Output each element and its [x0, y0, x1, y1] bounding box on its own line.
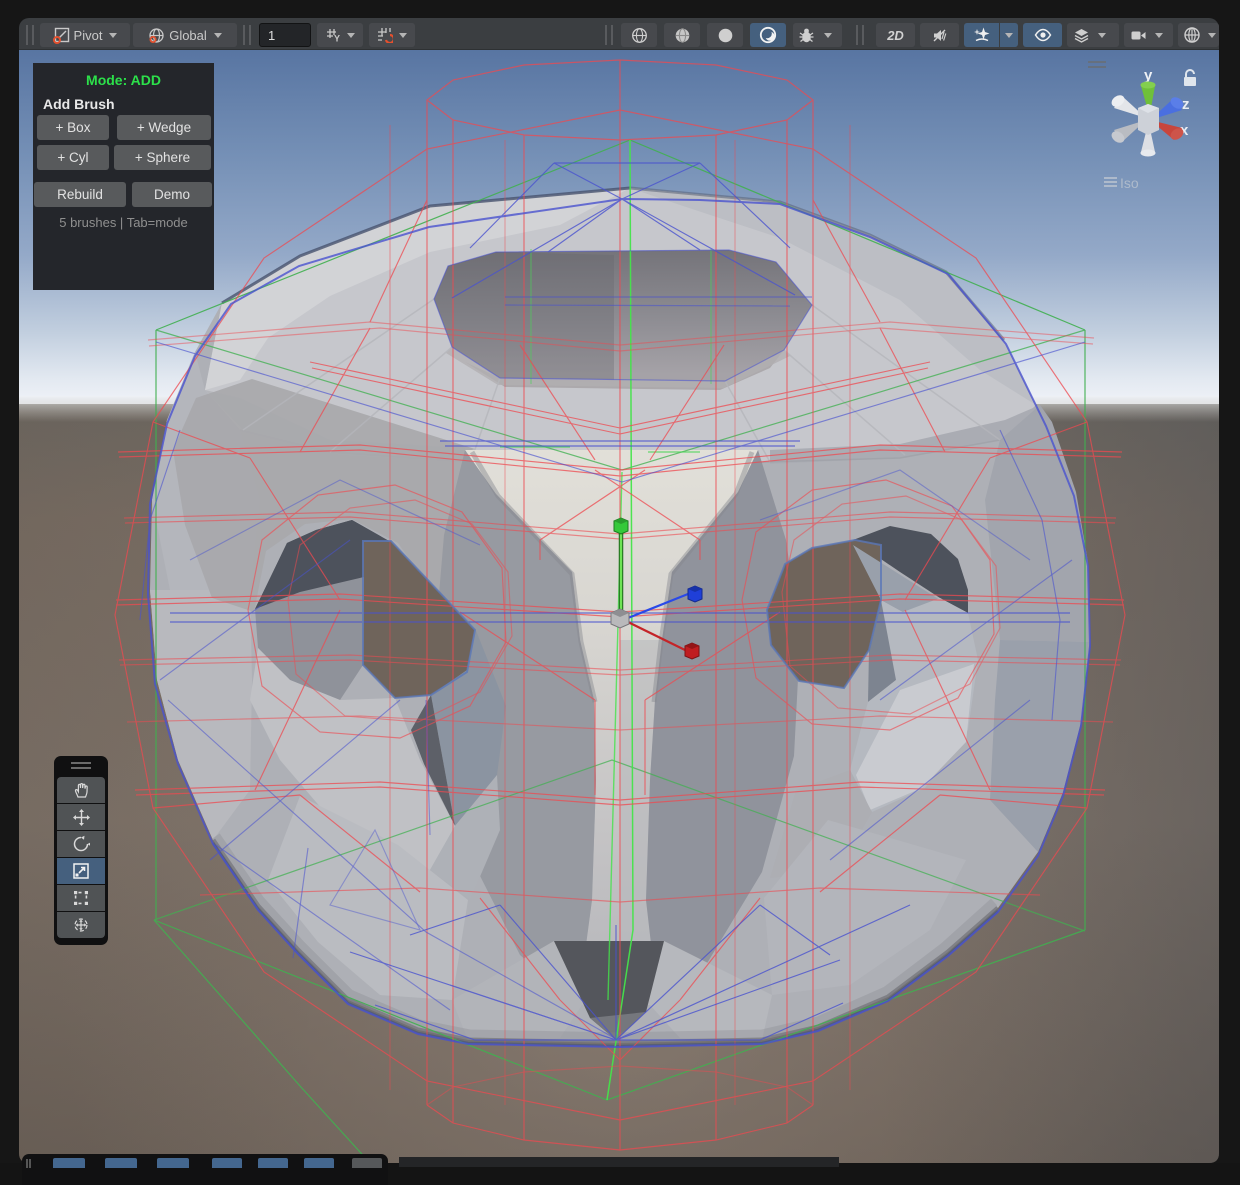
- svg-text:Y: Y: [334, 34, 340, 44]
- svg-text:y: y: [1144, 67, 1153, 84]
